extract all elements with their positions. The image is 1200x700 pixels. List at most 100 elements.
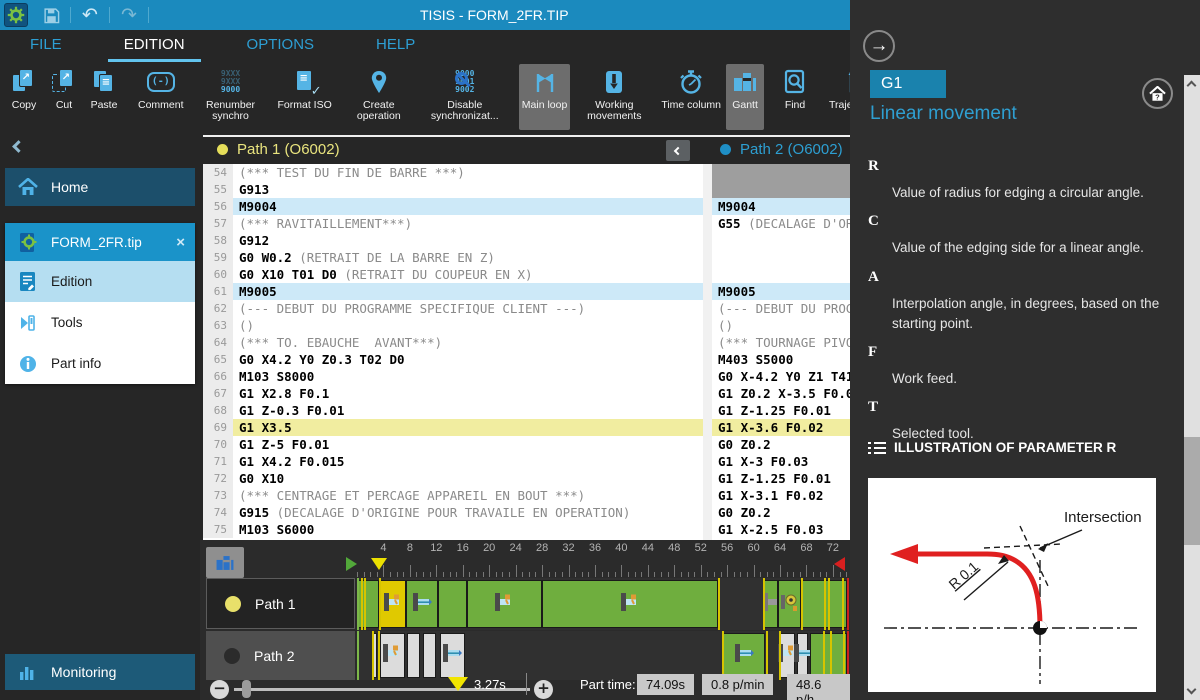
code-line[interactable]: 62(--- DEBUT DU PROGRAMME SPECIFIQUE CLI… [203,300,703,317]
comment-button[interactable]: (-)Comment [135,64,187,130]
scroll-down-icon[interactable] [1187,685,1197,695]
code-line[interactable]: G0 Z0.2 [712,436,850,453]
find-button[interactable]: Find [776,64,814,130]
code-line[interactable]: 66M103 S8000 [203,368,703,385]
working-movements-button[interactable]: Working movements [572,64,656,130]
editor-scrollbar[interactable] [703,164,712,540]
sidebar-item-part-info[interactable]: Part info [5,343,195,384]
code-line[interactable] [712,181,850,198]
code-line[interactable]: 69G1 X3.5 [203,419,703,436]
code-line[interactable]: 58G912 [203,232,703,249]
create-operation-button[interactable]: Create operation [337,64,421,130]
code-line[interactable]: G1 Z-1.25 F0.01 [712,402,850,419]
code-line[interactable]: (--- DEBUT DU PROG [712,300,850,317]
code-line[interactable]: () [712,317,850,334]
toolbar-button-label: Paste [91,100,118,111]
disable-synchronizat-button[interactable]: 900090019002Disable synchronizat... [423,64,507,130]
sidebar-item-tools[interactable]: Tools [5,302,195,343]
code-line[interactable]: G1 X-3.6 F0.02 [712,419,850,436]
sidebar-back-button[interactable] [14,138,34,158]
code-line[interactable]: 71G1 X4.2 F0.015 [203,453,703,470]
code-line[interactable]: G1 X-3 F0.03 [712,453,850,470]
help-scrollbar[interactable] [1184,75,1200,700]
code-line[interactable]: G55 (DECALAGE D'OR [712,215,850,232]
gantt-view-icon[interactable] [206,547,244,578]
redo-icon[interactable]: ↷ [118,4,140,26]
sidebar-item-monitoring[interactable]: Monitoring [5,654,195,690]
menu-item-file[interactable]: FILE [14,30,78,62]
current-time-marker-icon[interactable] [371,558,387,570]
code-line[interactable]: 55G913 [203,181,703,198]
close-icon[interactable]: × [176,234,185,251]
code-line[interactable]: M9005 [712,283,850,300]
code-line[interactable]: G0 X-4.2 Y0 Z1 T41 [712,368,850,385]
code-line[interactable]: (*** TOURNAGE PIVO [712,334,850,351]
gantt-segment[interactable] [542,580,718,628]
copy-button[interactable]: ↗Copy [5,64,43,130]
renumber-synchro-button[interactable]: 9XXX9XXX9000Renumber synchro [189,64,273,130]
gantt-segment[interactable] [438,580,467,628]
code-line[interactable]: 56M9004 [203,198,703,215]
cut-button[interactable]: ↗Cut [45,64,83,130]
format-iso-button[interactable]: ≡✓Format ISO [275,64,335,130]
code-line[interactable] [712,266,850,283]
code-line[interactable] [712,249,850,266]
menu-item-options[interactable]: OPTIONS [231,30,331,62]
code-line[interactable]: 61M9005 [203,283,703,300]
code-line[interactable]: 75M103 S6000 [203,521,703,538]
code-line[interactable]: 73(*** CENTRAGE ET PERCAGE APPAREIL EN B… [203,487,703,504]
start-marker-icon[interactable] [346,557,357,571]
file-tab-header[interactable]: FORM_2FR.tip × [5,223,195,261]
code-line[interactable]: G1 Z0.2 X-3.5 F0.0 [712,385,850,402]
undo-icon[interactable]: ↶ [79,4,101,26]
path2-code-pane[interactable]: M9004G55 (DECALAGE D'OR M9005(--- DEBUT D… [712,164,850,540]
code-line[interactable]: 63() [203,317,703,334]
code-line[interactable] [712,232,850,249]
code-line[interactable]: 65G0 X4.2 Y0 Z0.3 T02 D0 [203,351,703,368]
code-line[interactable]: G1 X-2.5 F0.03 [712,521,850,538]
gantt-segment[interactable] [406,580,438,628]
path1-code-pane[interactable]: 54(*** TEST DU FIN DE BARRE ***)55G91356… [203,164,703,540]
code-line[interactable]: 68G1 Z-0.3 F0.01 [203,402,703,419]
main-loop-button[interactable]: Main loop [519,64,571,130]
code-line[interactable] [712,164,850,181]
code-line[interactable]: 59G0 W0.2 (RETRAIT DE LA BARRE EN Z) [203,249,703,266]
path2-tab[interactable]: Path 2 (O6002) [720,141,843,158]
help-home-button[interactable]: ? [1142,78,1173,109]
gantt-row-label-path1[interactable]: Path 1 [206,578,355,629]
code-line[interactable]: G1 Z-1.25 F0.01 [712,470,850,487]
end-marker-icon[interactable] [834,557,845,571]
paste-button[interactable]: ≡Paste [85,64,123,130]
gantt-segment[interactable] [763,580,778,628]
gantt-timeline-ruler[interactable]: 4812162024283236404448525660646872 [357,540,849,577]
save-icon[interactable] [40,4,62,26]
time-column-button[interactable]: Time column [658,64,724,130]
code-line[interactable]: 67G1 X2.8 F0.1 [203,385,703,402]
code-line[interactable]: G0 Z0.2 [712,504,850,521]
collapse-path2-button[interactable] [666,140,690,161]
code-line[interactable]: M9004 [712,198,850,215]
scroll-up-icon[interactable] [1187,81,1197,91]
code-line[interactable]: 72G0 X10 [203,470,703,487]
sidebar-item-home[interactable]: Home [5,168,195,206]
gantt-track-path1[interactable] [357,578,849,630]
code-line[interactable]: 64(*** TO. EBAUCHE AVANT***) [203,334,703,351]
gantt-segment[interactable] [379,580,405,628]
menu-item-edition[interactable]: EDITION [108,30,201,62]
gantt-segment[interactable] [467,580,542,628]
code-line[interactable]: 57(*** RAVITAILLEMENT***) [203,215,703,232]
scrollbar-thumb[interactable] [1184,437,1200,545]
code-line[interactable]: 74G915 (DECALAGE D'ORIGINE POUR TRAVAILE… [203,504,703,521]
path1-tab[interactable]: Path 1 (O6002) [217,141,340,158]
gantt-button[interactable]: Gantt [726,64,764,130]
sidebar-item-edition[interactable]: Edition [5,261,195,302]
code-line[interactable]: 60G0 X10 T01 D0 (RETRAIT DU COUPEUR EN X… [203,266,703,283]
app-logo-icon[interactable] [4,3,28,27]
code-line[interactable]: 70G1 Z-5 F0.01 [203,436,703,453]
code-line[interactable]: 54(*** TEST DU FIN DE BARRE ***) [203,164,703,181]
collapse-help-button[interactable]: → [863,30,895,62]
menu-item-help[interactable]: HELP [360,30,431,62]
code-line[interactable]: G1 X-3.1 F0.02 [712,487,850,504]
code-line[interactable]: M403 S5000 [712,351,850,368]
gantt-segment[interactable] [778,580,801,628]
